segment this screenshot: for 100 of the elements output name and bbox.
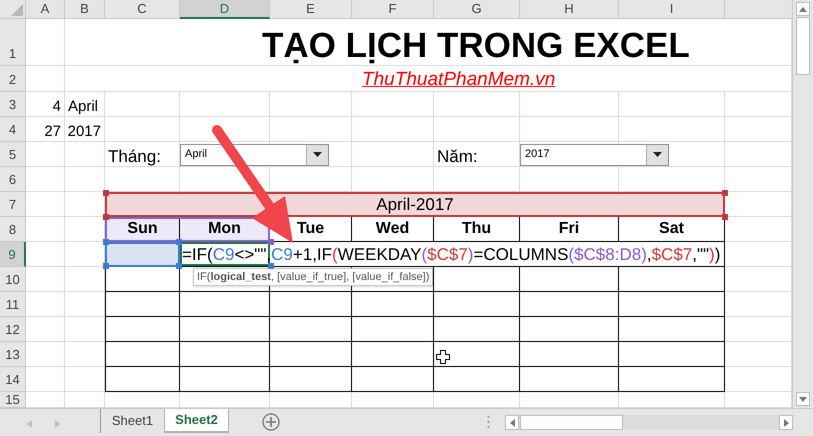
scroll-up-button[interactable] [796, 2, 810, 16]
row-header[interactable]: 8 [0, 217, 26, 242]
calendar-cell[interactable] [520, 317, 619, 342]
row-header[interactable]: 5 [0, 142, 26, 167]
merged-cell[interactable]: ThuThuatPhanMem.vn [65, 66, 792, 92]
spreadsheet-cell[interactable] [619, 117, 725, 142]
spreadsheet-cell[interactable] [352, 117, 434, 142]
column-header[interactable]: C [105, 0, 180, 19]
sheet-tab[interactable]: Sheet2 [165, 409, 229, 433]
horizontal-scrollbar[interactable] [505, 415, 793, 430]
column-header[interactable]: A [26, 0, 65, 19]
calendar-cell[interactable] [105, 317, 180, 342]
calendar-cell[interactable] [520, 292, 619, 317]
add-sheet-icon[interactable] [262, 413, 280, 431]
scroll-thumb[interactable] [520, 415, 623, 430]
spreadsheet-cell[interactable] [180, 117, 270, 142]
previous-sheet-icon[interactable] [27, 420, 32, 428]
row-header[interactable]: 14 [0, 367, 26, 392]
selection-handle[interactable] [722, 214, 728, 220]
calendar-cell[interactable] [180, 342, 270, 367]
selection-handle[interactable] [268, 263, 274, 269]
calendar-cell[interactable] [434, 292, 520, 317]
spreadsheet-cell[interactable] [270, 117, 352, 142]
calendar-cell[interactable] [352, 317, 434, 342]
row-header[interactable]: 7 [0, 192, 26, 217]
calendar-cell[interactable] [270, 317, 352, 342]
scroll-right-button[interactable] [779, 415, 793, 430]
calendar-cell[interactable] [434, 342, 520, 367]
calendar-cell[interactable] [180, 367, 270, 392]
spreadsheet-cell[interactable] [520, 92, 619, 117]
spreadsheet-cell[interactable] [105, 92, 180, 117]
calendar-cell[interactable] [434, 317, 520, 342]
scroll-down-button[interactable] [796, 392, 810, 406]
select-all-icon[interactable] [11, 4, 23, 16]
calendar-cell[interactable] [270, 367, 352, 392]
select-all-corner[interactable] [0, 0, 26, 19]
selection-handle[interactable] [176, 263, 182, 269]
calendar-cell[interactable] [105, 342, 180, 367]
calendar-cell[interactable] [105, 367, 180, 392]
spreadsheet-cell[interactable] [434, 117, 520, 142]
row-header[interactable]: 1 [0, 19, 26, 66]
website-link[interactable]: ThuThuatPhanMem.vn [362, 70, 556, 89]
selected-cell[interactable] [105, 242, 180, 267]
row-header[interactable]: 15 [0, 392, 26, 408]
spreadsheet-cell[interactable] [270, 92, 352, 117]
selection-handle[interactable] [103, 239, 109, 245]
spreadsheet-cell[interactable] [520, 117, 619, 142]
column-header[interactable]: E [270, 0, 352, 19]
row-header[interactable]: 4 [0, 117, 26, 142]
row-header[interactable]: 12 [0, 317, 26, 342]
selection-handle[interactable] [103, 263, 109, 269]
calendar-cell[interactable] [352, 292, 434, 317]
calendar-cell[interactable] [434, 367, 520, 392]
calendar-cell[interactable] [180, 317, 270, 342]
selection-handle[interactable] [722, 190, 728, 196]
column-header[interactable]: I [619, 0, 725, 19]
row-header[interactable]: 2 [0, 66, 26, 92]
selection-handle[interactable] [103, 214, 109, 220]
spreadsheet-cell[interactable]: April [65, 92, 105, 117]
calendar-cell[interactable] [180, 292, 270, 317]
row-header[interactable]: 10 [0, 267, 26, 292]
column-header[interactable]: G [434, 0, 520, 19]
calendar-cell[interactable] [520, 367, 619, 392]
calendar-cell[interactable] [619, 317, 725, 342]
row-header[interactable]: 9 [0, 242, 26, 267]
calendar-cell[interactable] [434, 267, 520, 292]
calendar-cell[interactable] [270, 292, 352, 317]
spreadsheet-cell[interactable] [180, 92, 270, 117]
calendar-cell[interactable] [619, 267, 725, 292]
column-header[interactable]: F [352, 0, 434, 19]
next-sheet-icon[interactable] [55, 420, 60, 428]
column-header[interactable]: D [180, 0, 270, 19]
row-header[interactable]: 13 [0, 342, 26, 367]
row-header[interactable]: 3 [0, 92, 26, 117]
scroll-thumb[interactable] [796, 17, 810, 75]
spreadsheet-cell[interactable] [619, 92, 725, 117]
column-header[interactable]: B [65, 0, 105, 19]
calendar-cell[interactable] [520, 342, 619, 367]
calendar-cell[interactable] [619, 292, 725, 317]
spreadsheet-cell[interactable] [352, 142, 434, 167]
spreadsheet-cell[interactable] [434, 92, 520, 117]
calendar-cell[interactable] [105, 292, 180, 317]
row-header[interactable]: 6 [0, 167, 26, 192]
calendar-cell[interactable] [520, 267, 619, 292]
calendar-cell[interactable] [619, 367, 725, 392]
spreadsheet-cell[interactable] [352, 92, 434, 117]
calendar-cell[interactable] [352, 342, 434, 367]
selection-handle[interactable] [268, 239, 274, 245]
selection-handle[interactable] [103, 190, 109, 196]
calendar-cell[interactable] [270, 342, 352, 367]
vertical-scrollbar[interactable] [792, 0, 813, 408]
scroll-left-button[interactable] [505, 415, 519, 430]
splitter-handle-icon[interactable] [487, 415, 490, 429]
spreadsheet-cell[interactable]: 2017 [65, 117, 105, 142]
spreadsheet-cell[interactable] [105, 117, 180, 142]
column-header[interactable]: H [520, 0, 619, 19]
dropdown[interactable]: 2017 [520, 144, 669, 166]
row-header[interactable]: 11 [0, 292, 26, 317]
calendar-cell[interactable] [619, 342, 725, 367]
calendar-cell[interactable] [105, 267, 180, 292]
